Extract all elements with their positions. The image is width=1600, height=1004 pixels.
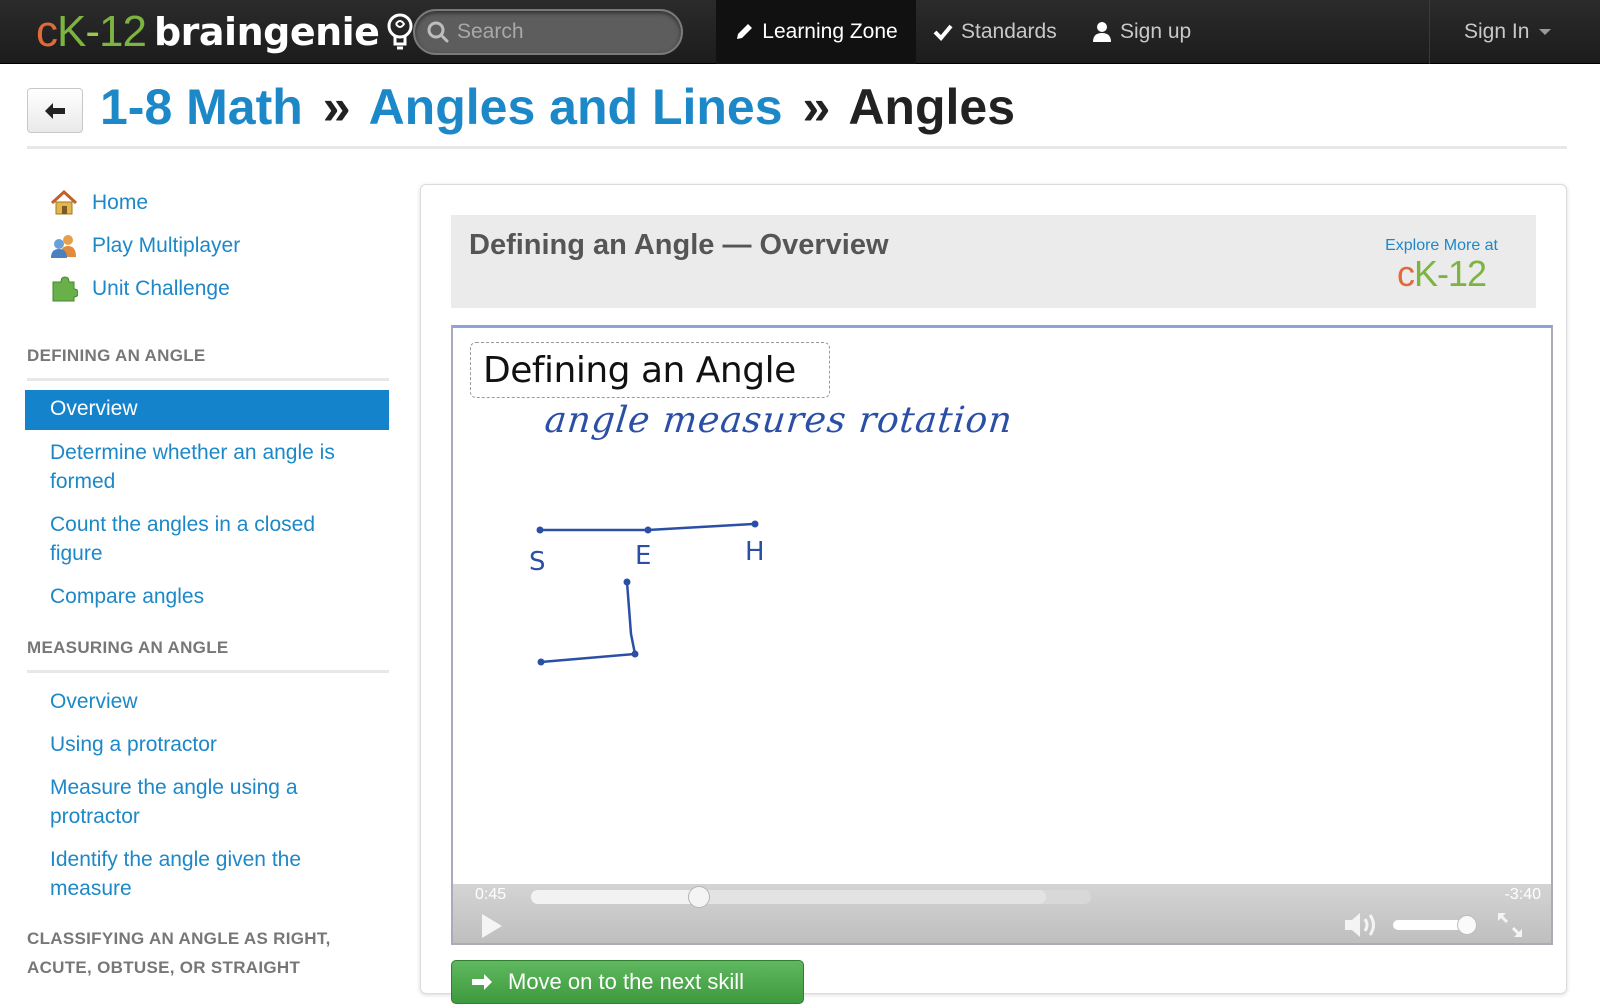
multiplayer-icon [51,235,76,258]
search-input[interactable] [457,20,657,44]
seek-bar[interactable] [531,886,1091,908]
seek-handle[interactable] [688,886,710,908]
sidebar-link-label: Unit Challenge [92,277,230,300]
section-heading-classifying-an-angle: CLASSIFYING AN ANGLE AS RIGHT, ACUTE, OB… [27,929,331,977]
divider [27,670,389,673]
nav-sign-up-label: Sign up [1120,20,1192,43]
breadcrumb-current: Angles [848,79,1016,135]
volume-handle[interactable] [1457,915,1478,935]
ck12-logo: cK-12 [1397,253,1487,294]
nav-sign-in-label: Sign In [1464,20,1530,43]
explore-more-text: Explore More at [1385,237,1498,254]
arrow-left-icon [45,102,65,119]
divider [27,146,1567,149]
video-header: Defining an Angle — Overview Explore Mor… [451,215,1536,308]
breadcrumb-math[interactable]: 1-8 Math [100,79,303,135]
ck12-braingenie-logo[interactable]: cK-12 braingenie [36,7,417,56]
section-heading-defining-an-angle: DEFINING AN ANGLE [27,346,206,365]
point-label-e: E [635,541,651,571]
sidebar-item-overview-active[interactable]: Overview [25,390,389,430]
sidebar-item-count-angles[interactable]: Count the angles in a closed figure [50,510,370,568]
puzzle-icon [52,276,78,302]
nav-learning-zone-label: Learning Zone [762,20,898,43]
pencil-icon [737,24,753,39]
nav-standards[interactable]: Standards [933,0,1057,64]
whiteboard-drawing: S E H [529,520,765,666]
search-icon [427,21,449,43]
sidebar-item-label: Overview [50,397,138,420]
video-player[interactable]: Defining an Angle angle measures rotatio… [451,325,1553,945]
divider [27,378,389,381]
sidebar-link-unit-challenge[interactable]: Unit Challenge [50,276,230,302]
chevron-down-icon [1539,29,1552,35]
video-controls: 0:45 -3:40 [453,884,1551,943]
sidebar-link-label: Home [92,191,149,214]
sidebar-item-determine-angle-formed[interactable]: Determine whether an angle is formed [50,438,370,496]
nav-sign-in-dropdown[interactable]: Sign In [1429,0,1600,64]
point-label-s: S [529,547,546,577]
point-label-h: H [745,537,765,567]
sidebar-item-compare-angles[interactable]: Compare angles [50,582,370,611]
sidebar-item-measure-angle-protractor[interactable]: Measure the angle using a protractor [50,773,370,831]
video-title: Defining an Angle — Overview [469,229,889,261]
remaining-time: -3:40 [1504,886,1541,903]
nav-learning-zone[interactable]: Learning Zone [716,0,916,64]
nav-standards-label: Standards [961,20,1057,43]
top-navbar: cK-12 braingenie Learning Zone Standards [0,0,1600,64]
breadcrumb-separator: » [802,79,831,135]
sidebar-item-using-protractor[interactable]: Using a protractor [50,730,370,759]
current-time: 0:45 [475,886,507,903]
sidebar-link-play-multiplayer[interactable]: Play Multiplayer [50,233,240,259]
seek-progress [531,890,699,904]
user-icon [1093,22,1111,42]
sidebar-link-label: Play Multiplayer [92,234,241,257]
back-button[interactable] [27,88,83,133]
fullscreen-icon[interactable] [1495,910,1525,940]
arrow-right-icon [472,974,492,990]
play-icon[interactable] [479,912,505,940]
breadcrumb-separator: » [322,79,351,135]
search-box[interactable] [413,9,683,55]
sidebar-item-identify-angle-measure[interactable]: Identify the angle given the measure [50,845,370,903]
explore-ck12-link[interactable]: Explore More at cK-12 [1385,237,1498,295]
next-skill-label: Move on to the next skill [508,969,745,994]
volume-icon[interactable] [1343,910,1383,940]
sidebar-item-overview[interactable]: Overview [50,687,370,716]
ck12-logo-text: cK-12 [36,7,147,56]
checkmark-icon [933,24,953,41]
volume-slider[interactable] [1393,915,1478,935]
braingenie-logo-text: braingenie [153,10,380,54]
sidebar-link-home[interactable]: Home [50,190,148,216]
breadcrumb-angles-and-lines[interactable]: Angles and Lines [369,79,783,135]
whiteboard-canvas: Defining an Angle angle measures rotatio… [453,328,1551,884]
breadcrumb: 1-8 Math » Angles and Lines » Angles [100,78,1015,136]
nav-sign-up[interactable]: Sign up [1092,0,1191,64]
next-skill-button[interactable]: Move on to the next skill [451,960,804,1004]
home-icon [50,190,78,215]
section-heading-measuring-an-angle: MEASURING AN ANGLE [27,638,229,657]
